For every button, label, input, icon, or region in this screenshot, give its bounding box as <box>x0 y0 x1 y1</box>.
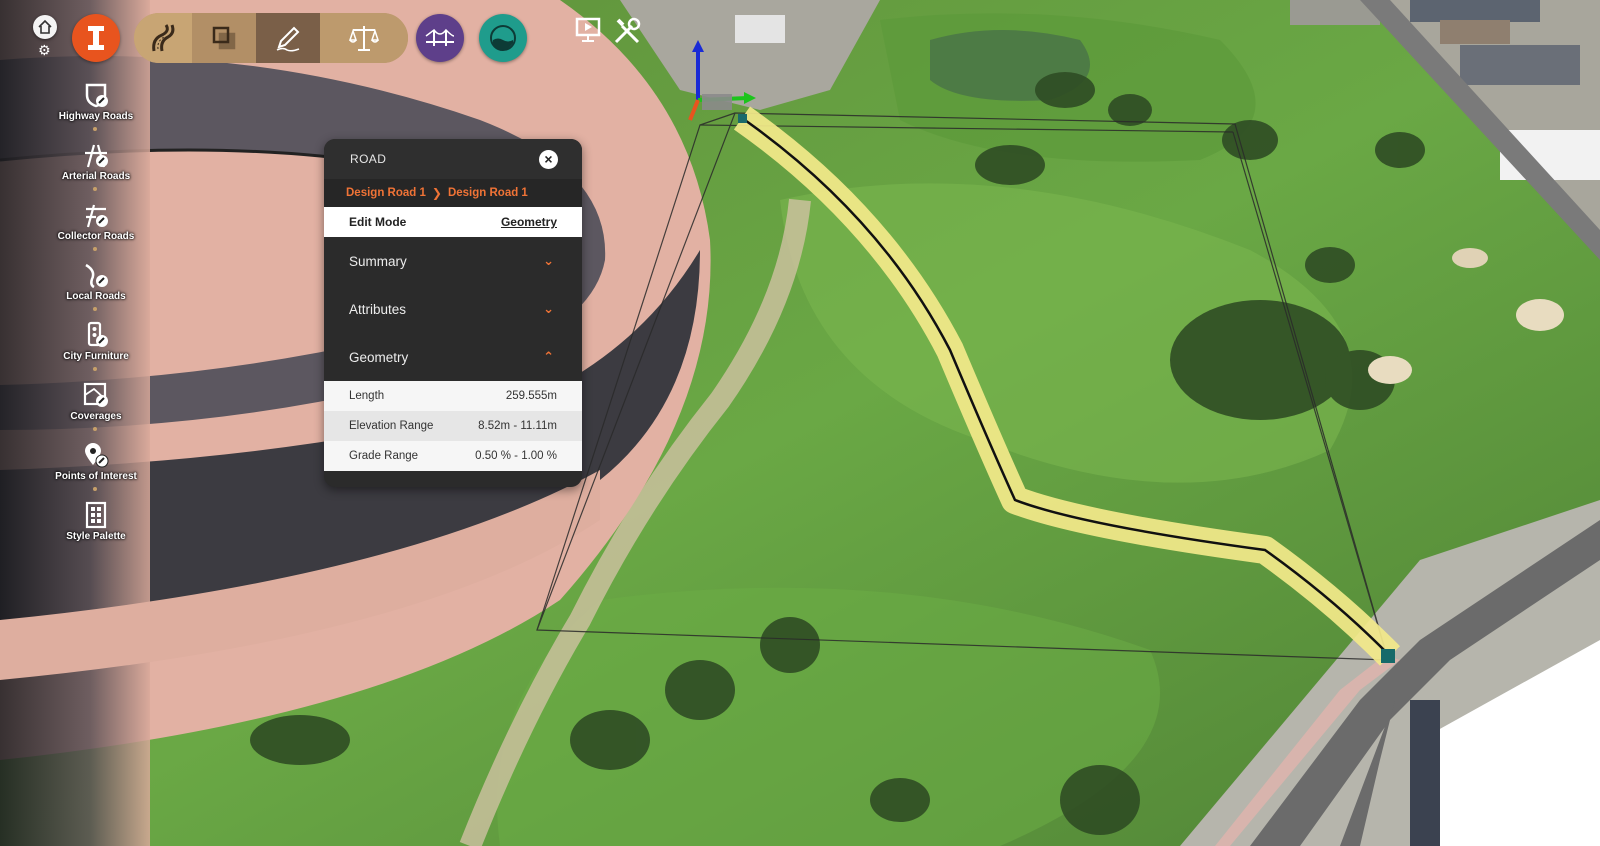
map-pin-icon <box>81 440 111 470</box>
sidebar-divider-dot <box>93 307 97 311</box>
breadcrumb: Design Road 1 ❯ Design Road 1 <box>324 179 582 207</box>
highway-road-icon <box>81 80 111 110</box>
layers-icon <box>212 26 236 50</box>
geometry-details: Length 259.555m Elevation Range 8.52m - … <box>324 381 582 471</box>
sidebar-divider-dot <box>93 127 97 131</box>
home-icon <box>38 19 52 34</box>
geometry-label: Length <box>349 390 385 402</box>
section-summary[interactable]: Summary ⌄ <box>324 237 582 285</box>
sidebar-item-points-of-interest[interactable]: Points of Interest <box>38 440 154 482</box>
sidebar-divider-dot <box>93 367 97 371</box>
chevron-up-icon: ⌃ <box>543 349 554 364</box>
sidebar-item-coverages[interactable]: Coverages <box>38 380 154 422</box>
breadcrumb-item[interactable]: Design Road 1 <box>448 187 528 199</box>
sketch-pencil-icon <box>276 26 300 52</box>
geometry-label: Grade Range <box>349 450 419 462</box>
panel-title: ROAD <box>350 152 387 166</box>
presentation-button[interactable] <box>574 16 602 49</box>
gear-icon[interactable]: ⚙ <box>38 43 51 57</box>
geometry-value: 8.52m - 11.11m <box>478 420 557 432</box>
balance-scale-icon <box>348 26 380 51</box>
edit-mode-value[interactable]: Geometry <box>501 215 557 229</box>
water-drainage-icon <box>490 25 516 51</box>
palette-grid-icon <box>81 500 111 530</box>
home-button[interactable] <box>33 15 57 39</box>
arterial-road-icon <box>81 140 111 170</box>
sidebar-divider-dot <box>93 247 97 251</box>
section-label: Attributes <box>349 301 407 317</box>
sidebar-item-arterial-roads[interactable]: Arterial Roads <box>38 140 154 182</box>
road-properties-panel: ROAD × Design Road 1 ❯ Design Road 1 Edi… <box>324 139 582 487</box>
coverage-icon <box>81 380 111 410</box>
section-label: Summary <box>349 253 407 269</box>
map-viewport[interactable] <box>0 0 1600 846</box>
sidebar-item-city-furniture[interactable]: City Furniture <box>38 320 154 362</box>
sidebar-divider-dot <box>93 187 97 191</box>
sidebar-divider-dot <box>93 487 97 491</box>
sidebar-item-collector-roads[interactable]: Collector Roads <box>38 200 154 242</box>
chevron-down-icon: ⌄ <box>543 253 554 268</box>
sidebar-item-style-palette[interactable]: Style Palette <box>38 500 154 542</box>
geometry-value: 259.555m <box>505 390 557 402</box>
traffic-light-icon <box>81 320 111 350</box>
roads-icon <box>152 24 175 52</box>
sidebar-item-label: Points of Interest <box>55 471 137 482</box>
geometry-value: 0.50 % - 1.00 % <box>475 450 557 462</box>
section-attributes[interactable]: Attributes ⌄ <box>324 285 582 333</box>
geometry-row-elevation-range: Elevation Range 8.52m - 11.11m <box>324 411 582 441</box>
bridge-icon <box>425 28 455 46</box>
roads-tool-button[interactable] <box>134 13 192 63</box>
geometry-row-length: Length 259.555m <box>324 381 582 411</box>
chevron-down-icon: ⌄ <box>543 301 554 316</box>
breadcrumb-item[interactable]: Design Road 1 <box>346 187 426 199</box>
sidebar-item-label: Local Roads <box>66 291 126 302</box>
sidebar-divider-dot <box>93 427 97 431</box>
infraworks-logo[interactable] <box>72 14 120 62</box>
geometry-row-grade-range: Grade Range 0.50 % - 1.00 % <box>324 441 582 471</box>
local-road-icon <box>81 260 111 290</box>
close-icon[interactable]: × <box>539 150 558 169</box>
edit-mode-row: Edit Mode Geometry <box>324 207 582 237</box>
section-label: Geometry <box>349 349 409 365</box>
sidebar-item-label: City Furniture <box>63 351 129 362</box>
sketch-tool-button[interactable] <box>256 13 320 63</box>
section-geometry[interactable]: Geometry ⌃ <box>324 333 582 381</box>
design-tool-group <box>134 13 408 63</box>
layers-tool-button[interactable] <box>192 13 256 63</box>
collector-road-icon <box>81 200 111 230</box>
sidebar-item-highway-roads[interactable]: Highway Roads <box>38 80 154 122</box>
sidebar-item-label: Arterial Roads <box>61 171 131 182</box>
panel-header: ROAD × <box>324 139 582 179</box>
settings-tools-button[interactable] <box>612 16 642 51</box>
presentation-icon <box>575 17 601 42</box>
sidebar-item-label: Highway Roads <box>58 111 134 122</box>
wrench-screwdriver-icon <box>614 17 641 44</box>
analysis-tool-button[interactable] <box>320 13 408 63</box>
sidebar-item-label: Style Palette <box>66 531 126 542</box>
chevron-right-icon: ❯ <box>431 186 442 200</box>
sidebar-item-label: Coverages <box>70 411 122 422</box>
sidebar-item-local-roads[interactable]: Local Roads <box>38 260 154 302</box>
edit-mode-label: Edit Mode <box>349 215 407 229</box>
geometry-label: Elevation Range <box>349 420 434 432</box>
sidebar-item-label: Collector Roads <box>57 231 135 242</box>
bridge-tool-button[interactable] <box>416 14 464 62</box>
drainage-tool-button[interactable] <box>479 14 527 62</box>
